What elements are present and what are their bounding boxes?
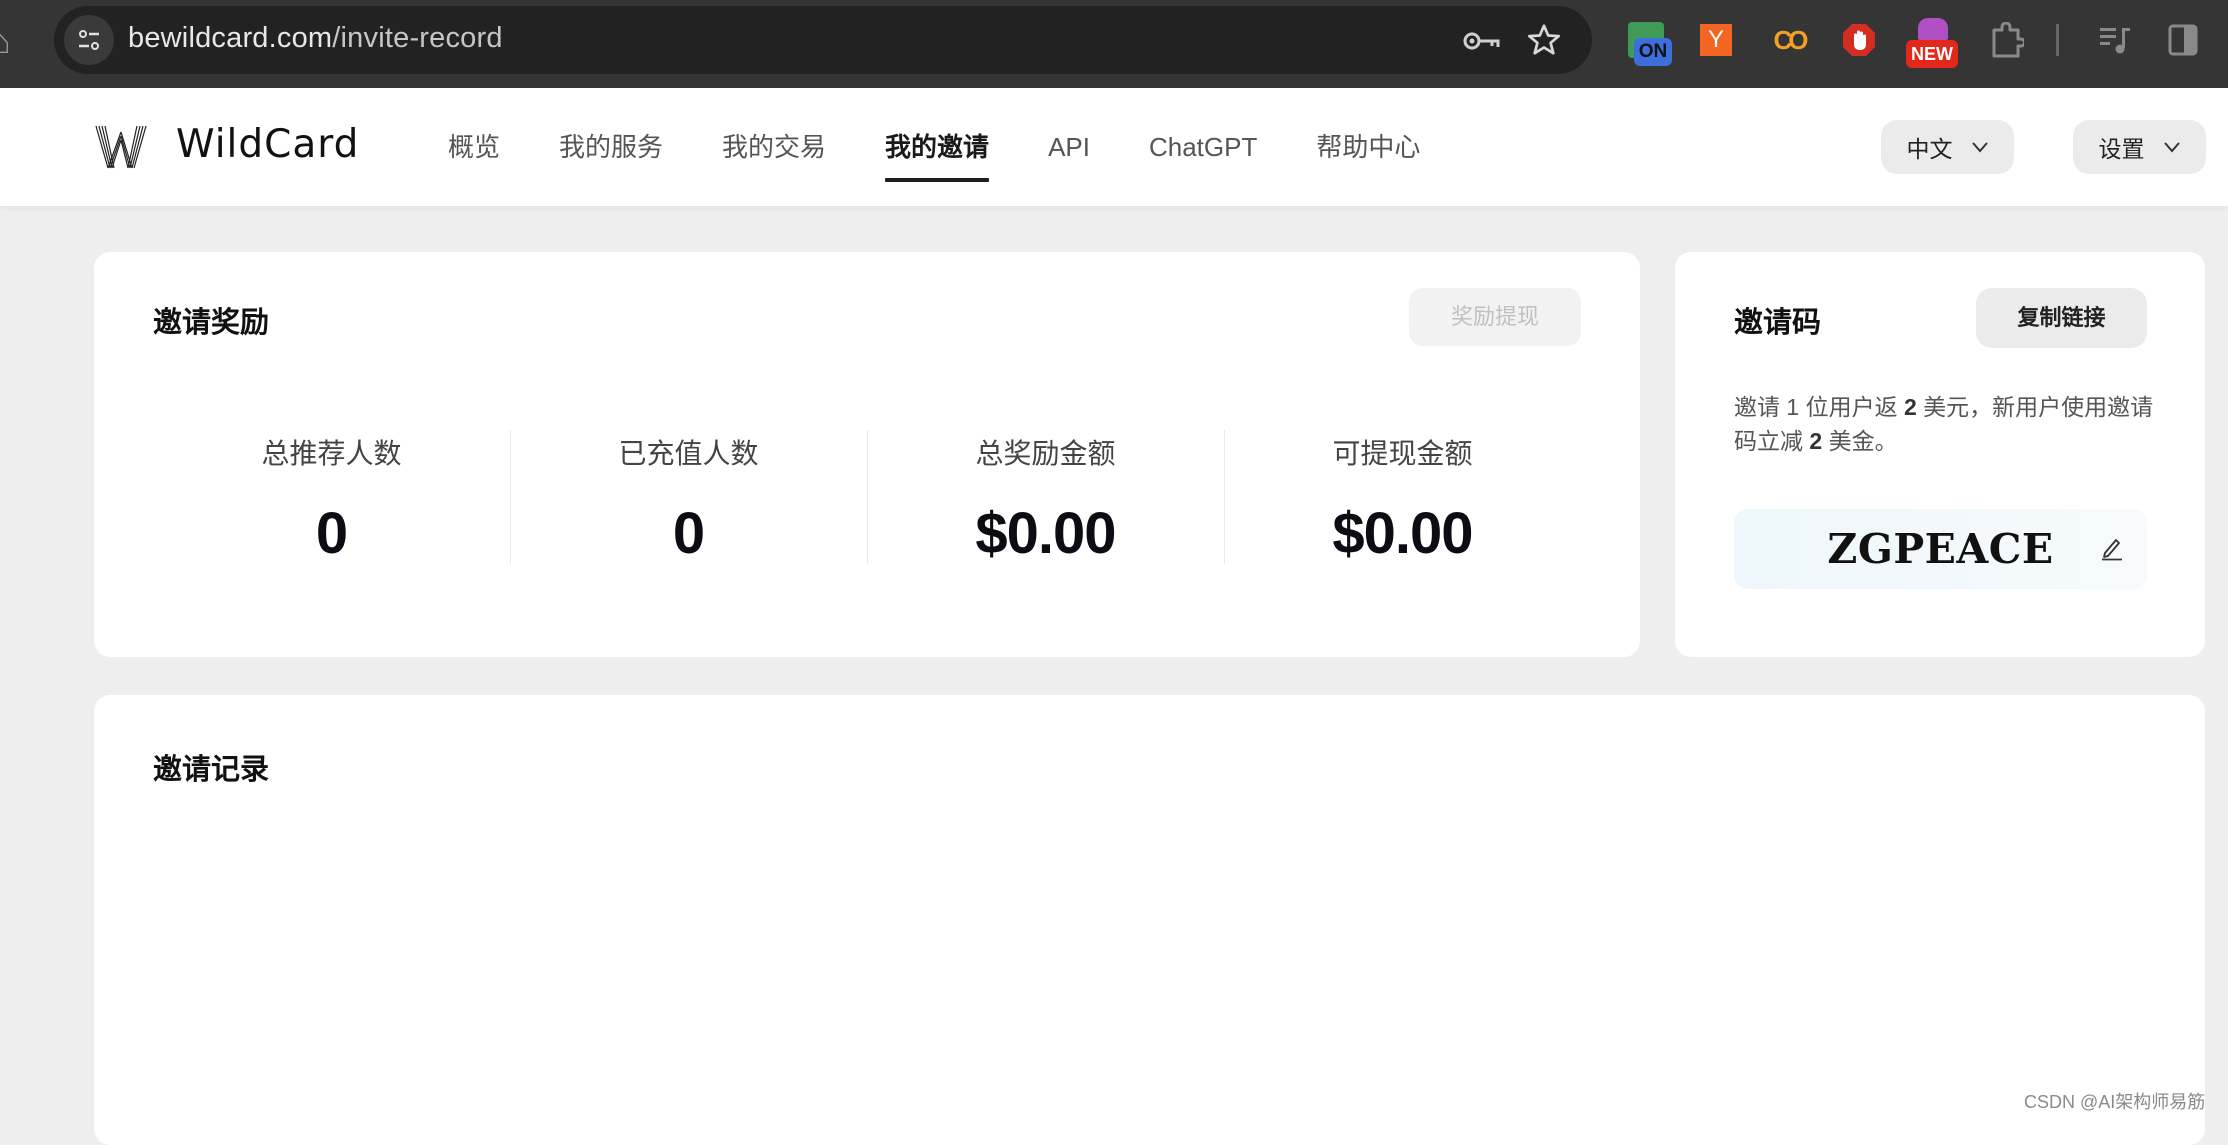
extensions-puzzle-icon[interactable] xyxy=(1990,22,2024,60)
adblock-hand-icon[interactable] xyxy=(1842,23,1876,57)
stat-value: $0.00 xyxy=(975,501,1116,566)
extension-graphic xyxy=(1918,18,1948,40)
url-host: bewildcard.com xyxy=(128,22,333,54)
toolbar-divider xyxy=(2056,24,2059,56)
stat-withdrawable: 可提现金额 $0.00 xyxy=(1224,428,1581,568)
url-text[interactable]: bewildcard.com/invite-record xyxy=(128,22,503,55)
invite-code-value: ZGPEACE xyxy=(1827,525,2054,573)
nav-chatgpt[interactable]: ChatGPT xyxy=(1149,88,1257,206)
stat-label: 可提现金额 xyxy=(1332,438,1473,469)
invite-code-title: 邀请码 xyxy=(1734,307,1822,339)
nav-my-transactions[interactable]: 我的交易 xyxy=(722,88,826,206)
chevron-down-icon xyxy=(1971,142,1988,153)
settings-dropdown[interactable]: 设置 xyxy=(2073,120,2206,174)
home-icon[interactable]: ⌂ xyxy=(0,22,16,62)
new-badge: NEW xyxy=(1906,40,1958,68)
chevron-down-icon xyxy=(2163,142,2180,153)
nav-my-invites[interactable]: 我的邀请 xyxy=(885,88,990,206)
invite-code-box: ZGPEACE xyxy=(1734,509,2147,589)
nav-api[interactable]: API xyxy=(1048,88,1090,206)
password-key-icon[interactable] xyxy=(1462,26,1502,56)
url-path: /invite-record xyxy=(332,22,503,54)
stat-value: 0 xyxy=(672,501,705,566)
brand-name[interactable]: WildCard xyxy=(176,122,359,167)
language-dropdown[interactable]: 中文 xyxy=(1881,120,2014,174)
invite-reward-card: 邀请奖励 奖励提现 总推荐人数 0 已充值人数 0 总奖励金额 $0.00 可提… xyxy=(94,252,1640,657)
on-toggle-extension-icon[interactable]: ON xyxy=(1628,22,1672,66)
edit-pencil-icon[interactable] xyxy=(2099,535,2125,561)
desc-amount: 2 xyxy=(1809,428,1823,454)
browser-toolbar: ⌂ bewildcard.com/invite-record ON Y CO N… xyxy=(0,0,2228,88)
main-nav: 概览 我的服务 我的交易 我的邀请 API ChatGPT 帮助中心 xyxy=(448,88,1479,206)
wildcard-logo-icon[interactable] xyxy=(94,124,148,170)
stat-label: 总推荐人数 xyxy=(261,438,402,469)
stat-total-referrals: 总推荐人数 0 xyxy=(153,428,510,568)
nav-help-center[interactable]: 帮助中心 xyxy=(1316,88,1420,206)
invite-records-title: 邀请记录 xyxy=(153,754,270,786)
stat-recharged-users: 已充值人数 0 xyxy=(510,428,867,568)
ycombinator-extension-icon[interactable]: Y xyxy=(1700,24,1732,56)
copy-link-button[interactable]: 复制链接 xyxy=(1976,288,2147,348)
stat-label: 总奖励金额 xyxy=(975,438,1116,469)
invite-records-card: 邀请记录 xyxy=(94,695,2205,1145)
stat-label: 已充值人数 xyxy=(618,438,759,469)
desc-amount: 2 xyxy=(1903,394,1917,420)
address-bar[interactable]: bewildcard.com/invite-record xyxy=(54,6,1592,74)
desc-text: 邀请 1 位用户返 xyxy=(1734,394,1904,420)
site-info-button[interactable] xyxy=(64,15,114,65)
stat-value: $0.00 xyxy=(1332,501,1473,566)
new-extension-icon[interactable]: NEW xyxy=(1904,18,1960,68)
app-header: WildCard 概览 我的服务 我的交易 我的邀请 API ChatGPT 帮… xyxy=(0,88,2228,206)
nav-overview[interactable]: 概览 xyxy=(448,88,500,206)
desc-text: 美金。 xyxy=(1822,428,1898,454)
language-label: 中文 xyxy=(1906,136,1953,162)
invite-reward-title: 邀请奖励 xyxy=(153,307,270,339)
tune-icon xyxy=(79,30,99,50)
invite-code-description: 邀请 1 位用户返 2 美元，新用户使用邀请码立减 2 美金。 xyxy=(1734,390,2154,458)
stat-value: 0 xyxy=(315,501,348,566)
watermark: CSDN @AI架构师易筋 xyxy=(2024,1092,2206,1112)
invite-code-card: 邀请码 复制链接 邀请 1 位用户返 2 美元，新用户使用邀请码立减 2 美金。… xyxy=(1675,252,2205,657)
bookmark-star-icon[interactable] xyxy=(1526,22,1562,58)
colab-extension-icon[interactable]: CO xyxy=(1770,24,1809,56)
media-control-icon[interactable] xyxy=(2098,24,2132,56)
reward-stats: 总推荐人数 0 已充值人数 0 总奖励金额 $0.00 可提现金额 $0.00 xyxy=(94,428,1640,568)
on-badge: ON xyxy=(1634,38,1672,66)
stat-total-reward: 总奖励金额 $0.00 xyxy=(867,428,1224,568)
side-panel-icon[interactable] xyxy=(2168,24,2198,56)
nav-my-services[interactable]: 我的服务 xyxy=(559,88,663,206)
settings-label: 设置 xyxy=(2098,136,2145,162)
withdraw-button[interactable]: 奖励提现 xyxy=(1409,288,1581,346)
